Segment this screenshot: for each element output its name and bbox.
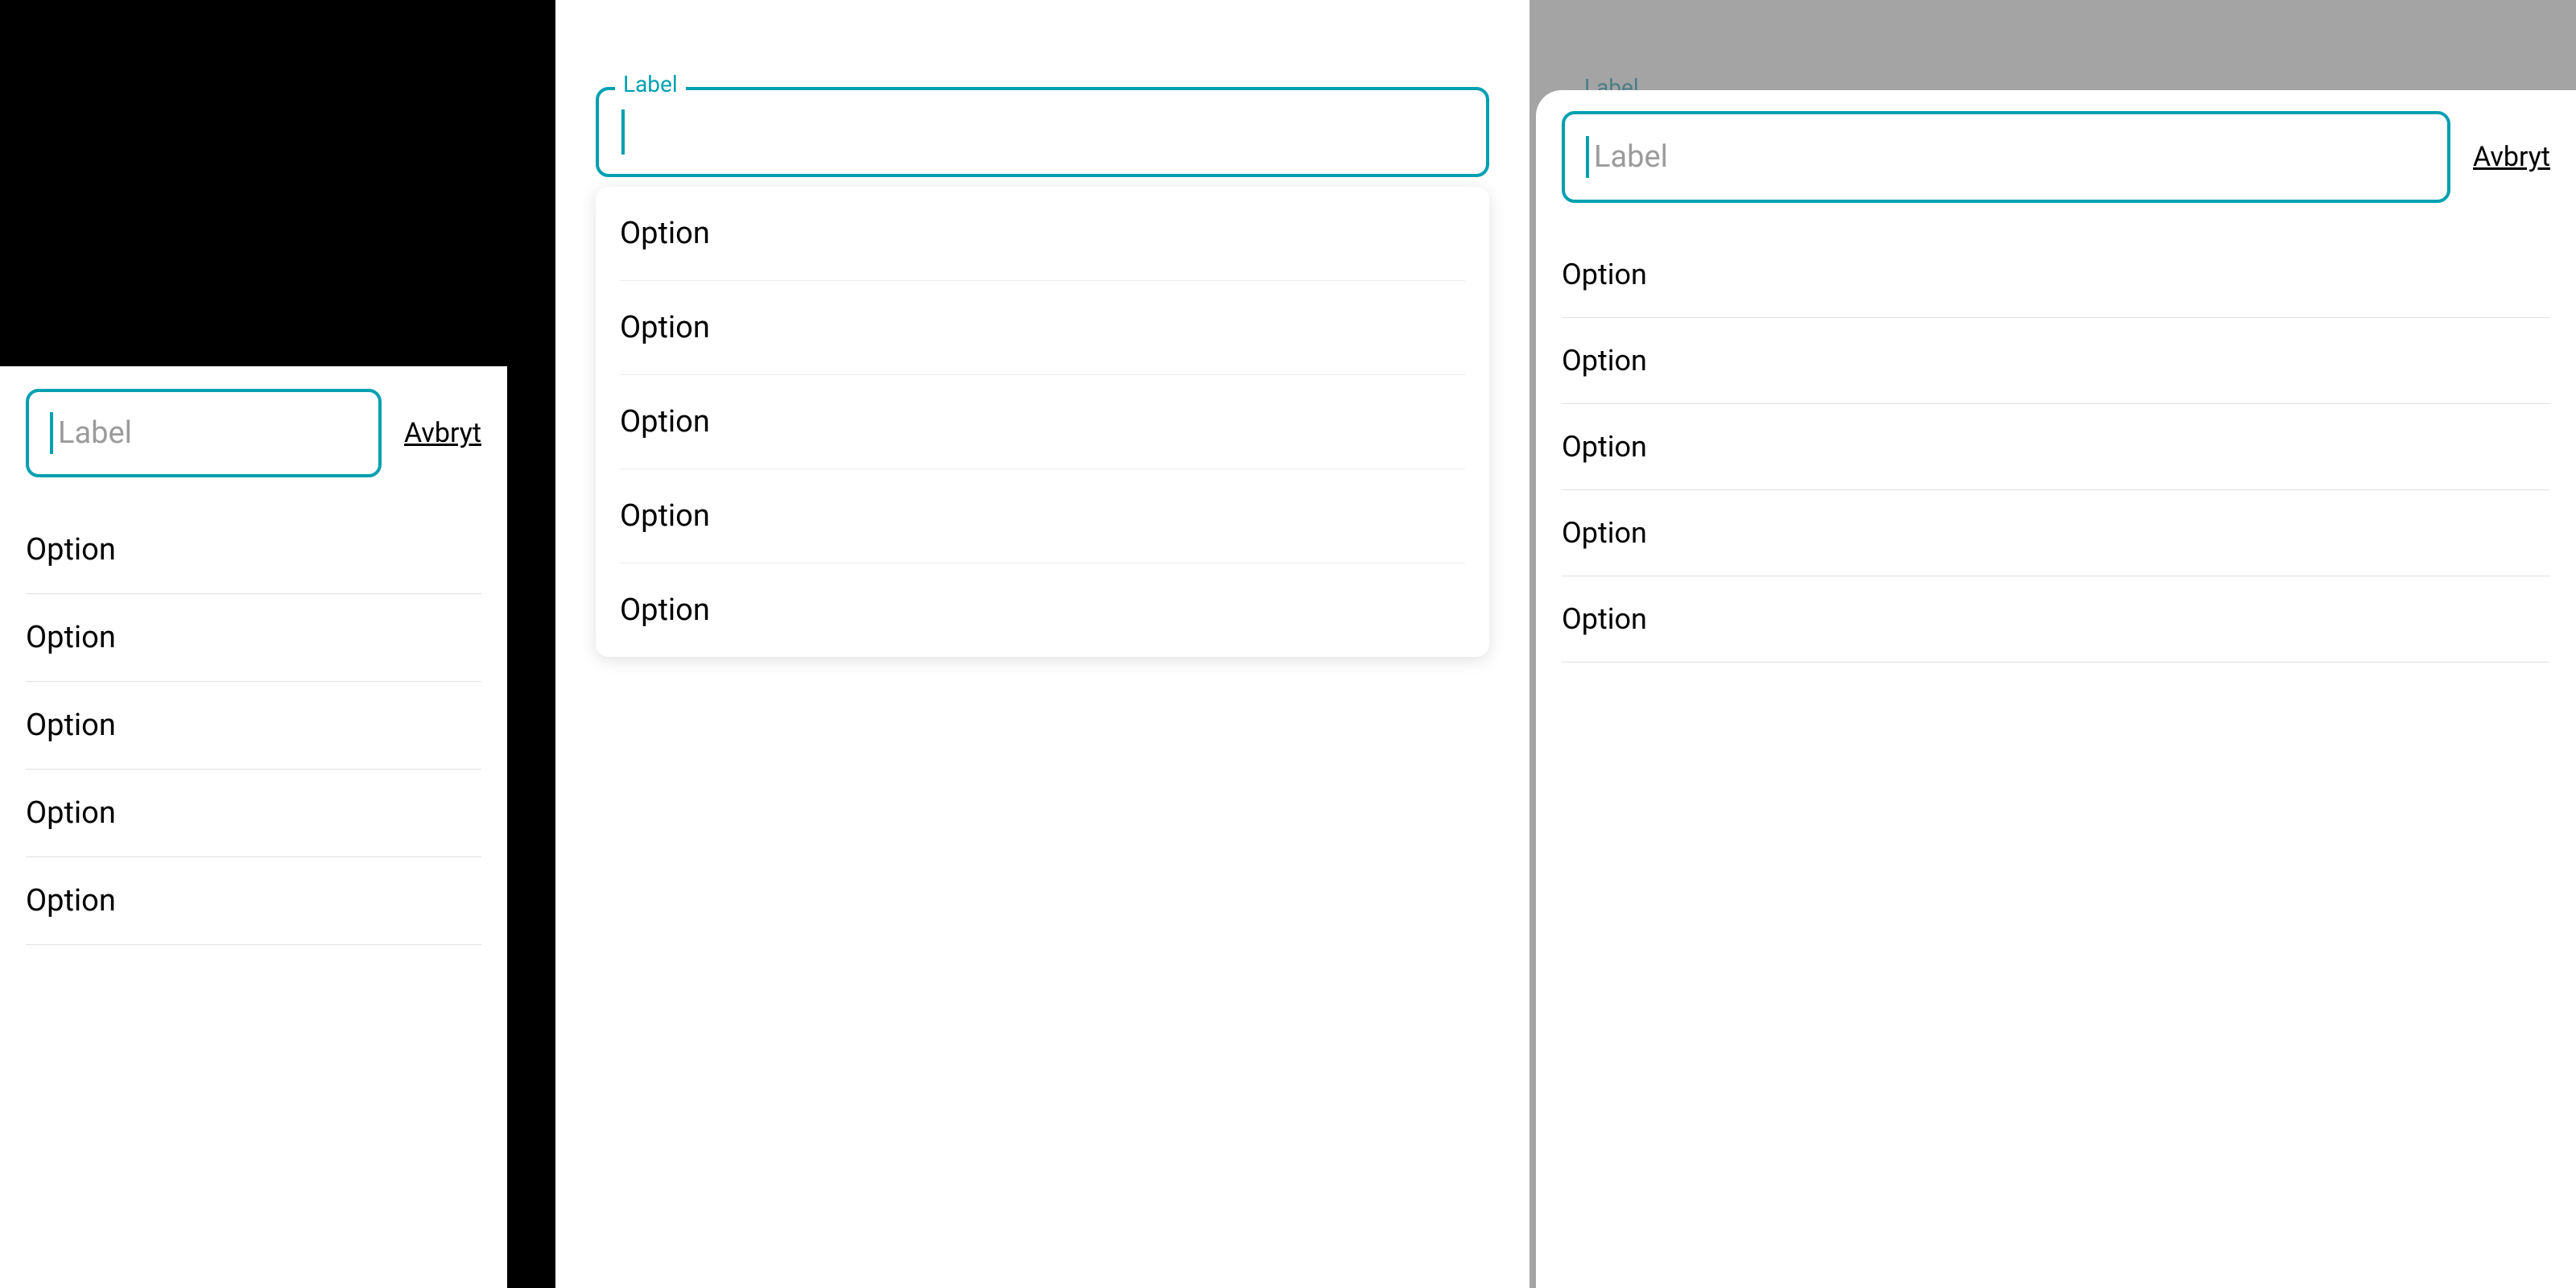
list-item[interactable]: Option bbox=[1562, 404, 2550, 490]
right-search-placeholder: Label bbox=[1594, 139, 1668, 175]
right-cancel-button[interactable]: Avbryt bbox=[2473, 141, 2550, 173]
list-item[interactable]: Option bbox=[620, 469, 1465, 564]
middle-column: Label Option Option Option Option Option bbox=[555, 0, 1530, 1288]
right-bottom-sheet: Label Avbryt Option Option Option Option… bbox=[1536, 90, 2576, 1288]
mid-dropdown-card: Option Option Option Option Option bbox=[596, 187, 1489, 657]
mid-floating-label: Label bbox=[615, 71, 686, 97]
list-item[interactable]: Option bbox=[620, 281, 1465, 375]
list-item[interactable]: Option bbox=[26, 506, 481, 594]
right-option-list: Option Option Option Option Option bbox=[1562, 224, 2550, 663]
mid-content: Label Option Option Option Option Option bbox=[596, 87, 1489, 657]
left-column: Label Avbryt Option Option Option Option… bbox=[0, 0, 555, 1288]
left-bottom-sheet: Label Avbryt Option Option Option Option… bbox=[0, 366, 507, 1288]
right-searchbar-row: Label Avbryt bbox=[1562, 111, 2550, 203]
left-search-placeholder: Label bbox=[58, 415, 132, 451]
left-cancel-button[interactable]: Avbryt bbox=[404, 417, 481, 449]
list-item[interactable]: Option bbox=[26, 594, 481, 682]
list-item[interactable]: Option bbox=[1562, 576, 2550, 663]
list-item[interactable]: Option bbox=[1562, 490, 2550, 576]
list-item[interactable]: Option bbox=[26, 857, 481, 945]
right-search-input[interactable]: Label bbox=[1562, 111, 2450, 203]
mid-search-input[interactable] bbox=[596, 87, 1489, 177]
text-caret-icon bbox=[1586, 136, 1589, 178]
list-item[interactable]: Option bbox=[26, 682, 481, 770]
left-searchbar-row: Label Avbryt bbox=[26, 389, 481, 477]
list-item[interactable]: Option bbox=[1562, 232, 2550, 318]
mid-input-wrapper: Label bbox=[596, 87, 1489, 177]
list-item[interactable]: Option bbox=[26, 770, 481, 857]
text-caret-icon bbox=[621, 109, 625, 155]
list-item[interactable]: Option bbox=[620, 564, 1465, 657]
left-search-input[interactable]: Label bbox=[26, 389, 382, 477]
list-item[interactable]: Option bbox=[620, 375, 1465, 469]
list-item[interactable]: Option bbox=[620, 187, 1465, 281]
list-item[interactable]: Option bbox=[1562, 318, 2550, 404]
right-column: Label Label Avbryt Option Option Option … bbox=[1530, 0, 2576, 1288]
text-caret-icon bbox=[50, 412, 53, 454]
left-option-list: Option Option Option Option Option bbox=[26, 498, 481, 945]
